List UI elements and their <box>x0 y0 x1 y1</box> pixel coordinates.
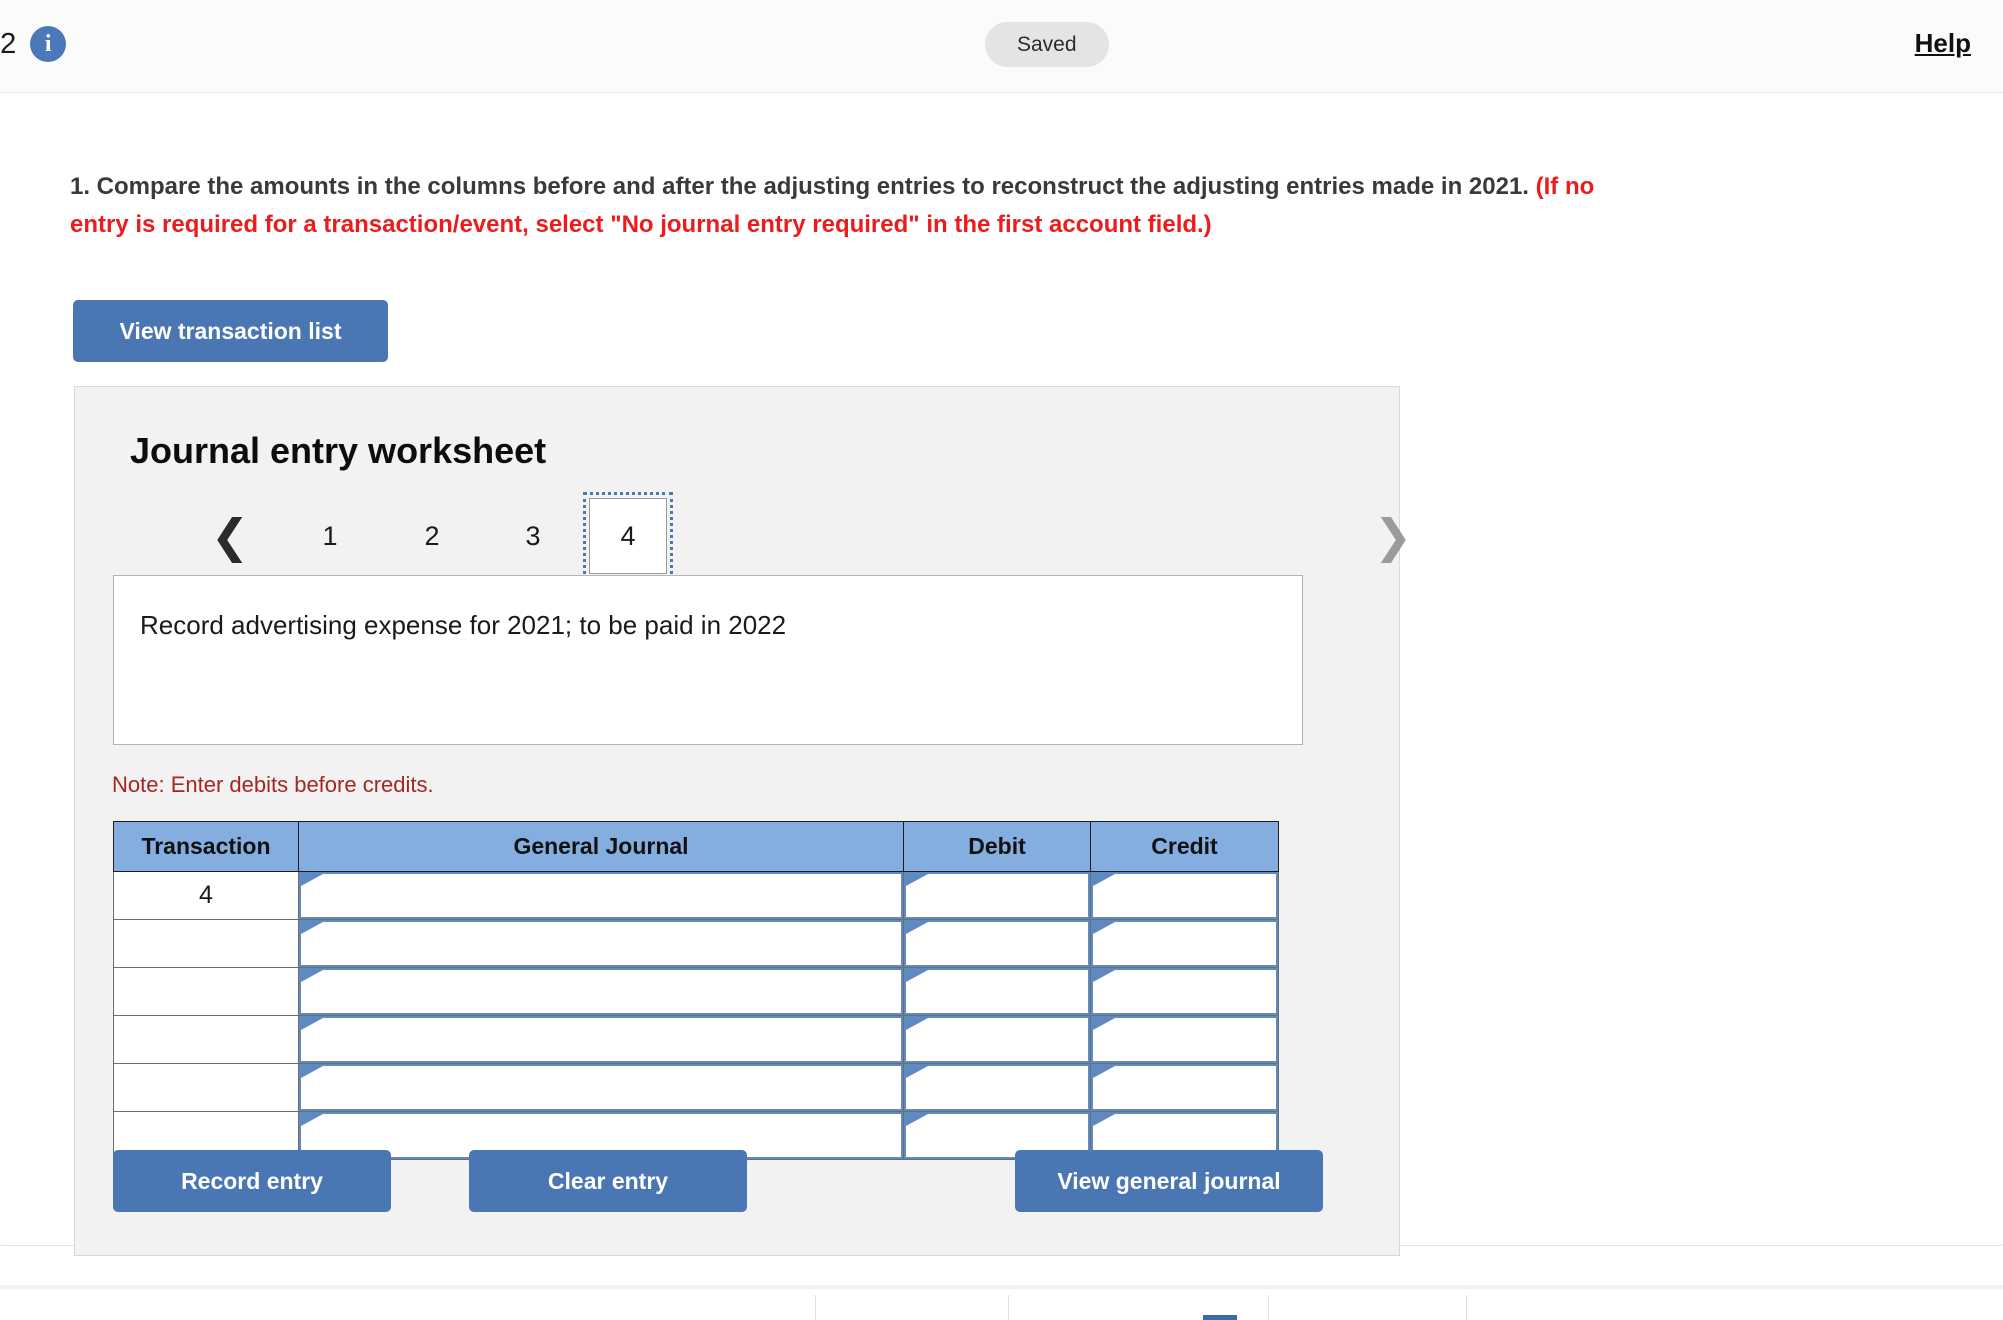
credit-input-4[interactable] <box>1091 1016 1278 1063</box>
cell-debit-2[interactable] <box>903 919 1091 968</box>
cell-debit-3[interactable] <box>903 967 1091 1016</box>
account-select-1[interactable] <box>299 872 903 919</box>
worksheet-title: Journal entry worksheet <box>130 430 547 471</box>
cell-credit-4[interactable] <box>1090 1015 1279 1064</box>
journal-entry-table: Transaction General Journal Debit Credit… <box>113 821 1279 1160</box>
cell-debit-5[interactable] <box>903 1063 1091 1112</box>
transaction-description-box: Record advertising expense for 2021; to … <box>113 575 1303 745</box>
cell-credit-3[interactable] <box>1090 967 1279 1016</box>
table-row <box>113 1063 1279 1112</box>
page-title: t 2 <box>0 27 17 60</box>
cell-general-journal-5[interactable] <box>298 1063 904 1112</box>
column-header-transaction: Transaction <box>113 821 299 872</box>
view-transaction-list-button[interactable]: View transaction list <box>73 300 388 362</box>
top-bar: t 2 i Saved Help <box>0 0 2003 93</box>
footer-bar <box>0 1285 2003 1320</box>
cell-transaction-4 <box>113 1015 299 1064</box>
cell-debit-1[interactable] <box>903 871 1091 920</box>
status-badge: Saved <box>985 22 1109 67</box>
clear-entry-button[interactable]: Clear entry <box>469 1150 747 1212</box>
cell-general-journal-3[interactable] <box>298 967 904 1016</box>
column-header-credit: Credit <box>1090 821 1279 872</box>
debit-input-5[interactable] <box>904 1064 1090 1111</box>
table-row <box>113 967 1279 1016</box>
table-row <box>113 1015 1279 1064</box>
page-tab-4-selected[interactable]: 4 <box>583 492 673 580</box>
cell-transaction-3 <box>113 967 299 1016</box>
transaction-description-text: Record advertising expense for 2021; to … <box>140 610 787 640</box>
account-select-3[interactable] <box>299 968 903 1015</box>
instructions-clip-mask <box>0 112 2003 174</box>
debit-input-1[interactable] <box>904 872 1090 919</box>
cell-general-journal-4[interactable] <box>298 1015 904 1064</box>
worksheet-pagination: ❮ 1 2 3 4 ❯ <box>115 492 1412 582</box>
account-select-2[interactable] <box>299 920 903 967</box>
table-row: 4 <box>113 871 1279 920</box>
footer-divider <box>815 1295 816 1320</box>
footer-divider <box>1008 1295 1009 1320</box>
cell-general-journal-2[interactable] <box>298 919 904 968</box>
page-tab-2[interactable]: 2 <box>395 502 469 570</box>
record-entry-button[interactable]: Record entry <box>113 1150 391 1212</box>
debit-input-4[interactable] <box>904 1016 1090 1063</box>
footer-divider <box>1466 1295 1467 1320</box>
cell-credit-5[interactable] <box>1090 1063 1279 1112</box>
credit-input-5[interactable] <box>1091 1064 1278 1111</box>
view-general-journal-button[interactable]: View general journal <box>1015 1150 1323 1212</box>
page-tab-3[interactable]: 3 <box>496 502 570 570</box>
cell-debit-4[interactable] <box>903 1015 1091 1064</box>
credit-input-2[interactable] <box>1091 920 1278 967</box>
cell-general-journal-1[interactable] <box>298 871 904 920</box>
assignment-header: t 2 i <box>0 26 67 62</box>
credit-input-3[interactable] <box>1091 968 1278 1015</box>
cell-transaction-2 <box>113 919 299 968</box>
credit-input-1[interactable] <box>1091 872 1278 919</box>
instructions-text: 1. Compare the amounts in the columns be… <box>70 168 1980 244</box>
column-header-general-journal: General Journal <box>298 821 904 872</box>
table-row <box>113 919 1279 968</box>
cell-transaction-1: 4 <box>113 871 299 920</box>
help-link[interactable]: Help <box>1915 28 1971 59</box>
footer-divider <box>1268 1295 1269 1320</box>
account-select-4[interactable] <box>299 1016 903 1063</box>
column-header-debit: Debit <box>903 821 1091 872</box>
journal-entry-worksheet-panel: Journal entry worksheet ❮ 1 2 3 4 ❯ Reco… <box>74 386 1412 1256</box>
page-tab-1[interactable]: 1 <box>293 502 367 570</box>
chevron-left-icon[interactable]: ❮ <box>207 508 253 564</box>
debits-before-credits-note: Note: Enter debits before credits. <box>112 772 434 797</box>
cell-transaction-5 <box>113 1063 299 1112</box>
table-header-row: Transaction General Journal Debit Credit <box>113 821 1279 872</box>
chevron-right-icon[interactable]: ❯ <box>1370 508 1416 564</box>
info-icon[interactable]: i <box>30 26 67 62</box>
instructions-line-2: entry is required for a transaction/even… <box>70 211 1212 238</box>
account-select-5[interactable] <box>299 1064 903 1111</box>
cell-credit-1[interactable] <box>1090 871 1279 920</box>
debit-input-2[interactable] <box>904 920 1090 967</box>
debit-input-3[interactable] <box>904 968 1090 1015</box>
cell-credit-2[interactable] <box>1090 919 1279 968</box>
